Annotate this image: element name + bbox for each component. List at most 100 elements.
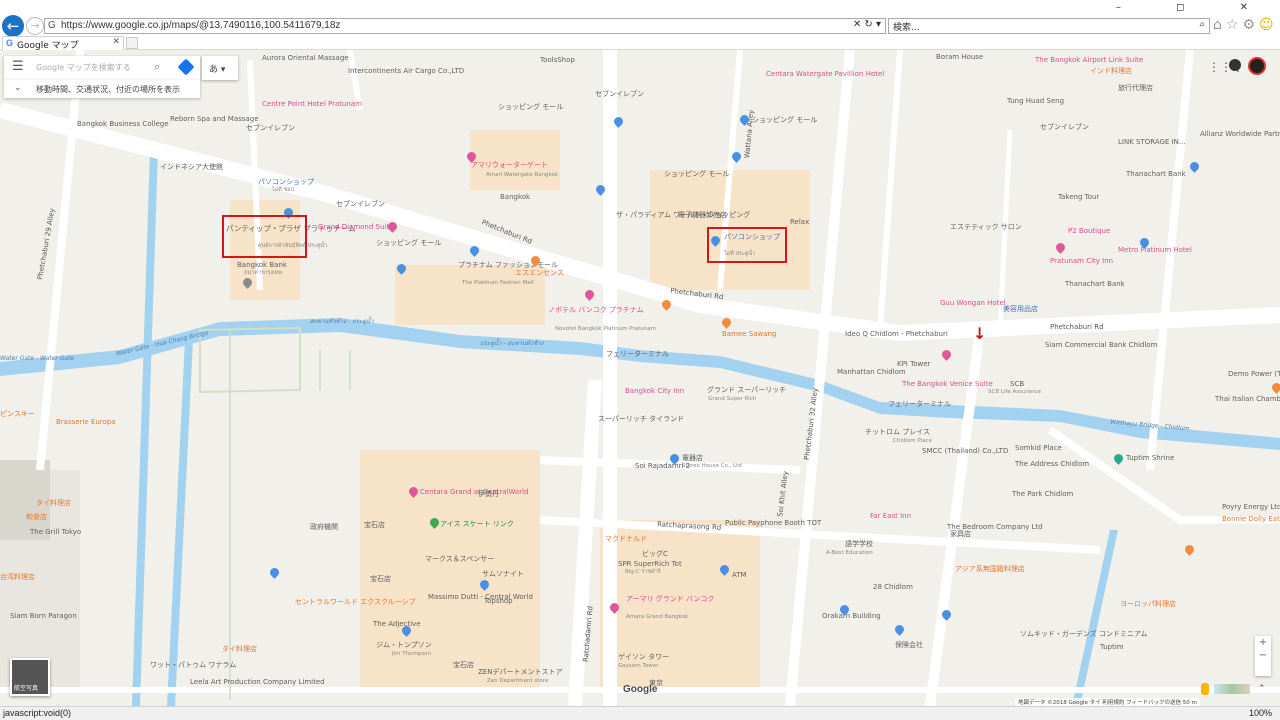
place-big-c[interactable]: ビッグC	[642, 550, 668, 558]
place-smcc[interactable]: SMCC (Thailand) Co.,LTD	[922, 447, 1008, 455]
place-indonesian[interactable]: インドネシア大使館	[160, 163, 223, 171]
place-bangkok-bank[interactable]: Bangkok Bank	[237, 261, 287, 269]
place-massimo[interactable]: Massimo Dutti - Central World	[428, 593, 533, 601]
toolbar-icons[interactable]: ⌂☆⚙☺	[1213, 17, 1278, 33]
place-central-world-ex[interactable]: セントラルワールド エクスクルーシブ	[295, 598, 416, 606]
place-siam-commercial[interactable]: Siam Commercial Bank Chidlom	[1045, 341, 1157, 349]
place-tai-2[interactable]: タイ料理店	[222, 645, 257, 653]
place-siam-born[interactable]: Siam Born Paragon	[10, 612, 77, 620]
browser-search-placeholder[interactable]: 検索...	[893, 20, 920, 33]
menu-icon[interactable]: ☰	[12, 59, 24, 74]
place-isetan[interactable]: 伊勢丹	[478, 490, 499, 498]
place-wat-pathum[interactable]: ワット・パトゥム ワナラム	[150, 661, 236, 669]
place-somkid[interactable]: Somkid Place	[1015, 444, 1062, 452]
tab-google-maps[interactable]: G Google マップ ✕	[2, 36, 124, 51]
place-allianz[interactable]: Allianz Worldwide Partner Thailand	[1200, 130, 1280, 138]
place-far-east-inn[interactable]: Far East Inn	[870, 512, 911, 520]
place-stereo-house[interactable]: 電器店	[682, 454, 703, 462]
place-bbc[interactable]: Bangkok Business College	[77, 120, 169, 128]
place-28-chidlom[interactable]: 28 Chidlom	[873, 583, 913, 591]
place-ideo[interactable]: Ideo Q Chidlom - Phetchaburi	[845, 330, 948, 338]
place-takeng[interactable]: Takeng Tour	[1058, 193, 1099, 201]
place-boram[interactable]: Boram House	[936, 53, 983, 61]
place-brasserie[interactable]: Brasserie Europa	[56, 418, 116, 426]
place-topshop[interactable]: Topshop	[484, 597, 513, 605]
place-intercontinents[interactable]: Intercontinents Air Cargo Co.,LTD	[348, 67, 464, 75]
place-shopping-mall-4[interactable]: ショッピング モール	[664, 170, 729, 178]
place-mall-elec[interactable]: 電子機器卸売店	[678, 211, 727, 219]
place-tuptim[interactable]: Tuptim Shrine	[1126, 454, 1174, 462]
browser-search-box[interactable]: 検索... ⌕	[888, 18, 1210, 34]
place-tai[interactable]: タイ料理店	[36, 499, 71, 507]
place-centre-point[interactable]: Centre Point Hotel Pratunam	[262, 100, 362, 108]
window-controls[interactable]: – ◻ ✕	[1116, 2, 1274, 13]
place-manhattan[interactable]: Manhattan Chidlom	[837, 368, 906, 376]
place-orakarn[interactable]: Orakarn Building	[822, 612, 881, 620]
favorites-icon[interactable]: ☆	[1226, 17, 1243, 33]
place-park-chidlom[interactable]: The Park Chidlom	[1012, 490, 1073, 498]
place-gems[interactable]: 宝石店	[364, 521, 385, 529]
place-guu[interactable]: Guu Wongan Hotel	[940, 299, 1006, 307]
place-adjective[interactable]: The Adjective	[373, 620, 421, 628]
smiley-feedback-icon[interactable]: ☺	[1259, 17, 1278, 33]
place-tuptim-2[interactable]: Tuptim	[1100, 643, 1124, 651]
place-pratunam-inn[interactable]: Pratunam City Inn	[1050, 257, 1113, 265]
explore-nearby-text[interactable]: 移動時間、交通状況、付近の場所を表示	[36, 84, 180, 95]
zoom-out-button[interactable]: −	[1255, 649, 1271, 662]
place-bangkok-hotel[interactable]: Bangkok	[500, 193, 530, 201]
place-p2[interactable]: P2 Boutique	[1068, 227, 1110, 235]
gear-icon[interactable]: ⚙	[1242, 17, 1259, 33]
search-icon[interactable]: ⌕	[154, 60, 160, 74]
place-centara-grand[interactable]: Centara Grand at CentralWorld	[420, 488, 529, 496]
close-icon[interactable]: ✕	[112, 37, 120, 47]
address-bar-icons[interactable]: ✕ ↻ ▾	[853, 19, 881, 30]
place-travel[interactable]: 旅行代理店	[1118, 84, 1153, 92]
place-aurora[interactable]: Aurora Oriental Massage	[262, 54, 349, 62]
place-seven-eleven-4[interactable]: セブンイレブン	[1040, 123, 1089, 131]
place-ferry-2[interactable]: フェリーターミナル	[888, 400, 951, 408]
satellite-label[interactable]: 航空写真	[14, 683, 38, 692]
map-attribution[interactable]: 地図データ ©2018 Google タイ 利用規約 フィードバックの送信 50…	[1015, 698, 1200, 706]
place-marks[interactable]: マークス＆スペンサー	[425, 555, 494, 563]
place-address-chidlom[interactable]: The Address Chidlom	[1015, 460, 1089, 468]
place-demo-power[interactable]: Demo Power (Thailand) Co.,Ltd	[1228, 370, 1280, 378]
place-link-storage[interactable]: LINK STORAGE IN...	[1118, 138, 1186, 146]
place-relax[interactable]: Relax	[790, 218, 809, 226]
place-gov[interactable]: 政府機関	[310, 523, 338, 531]
place-gaysorn[interactable]: ゲイソン タワー	[618, 653, 669, 661]
place-furniture[interactable]: 家具店	[950, 530, 971, 538]
place-grand-diamond[interactable]: Grand Diamond Suites	[318, 223, 397, 231]
place-shopping-mall-1[interactable]: ショッピング モール	[376, 239, 441, 247]
place-beauty-supply[interactable]: 美容用品店	[1003, 305, 1038, 313]
place-essences[interactable]: エスエンセンス	[515, 269, 564, 277]
satellite-toggle[interactable]: 航空写真	[10, 658, 50, 696]
place-reborn[interactable]: Reborn Spa and Massage	[170, 115, 258, 123]
place-jim-thompson[interactable]: ジム・トンプソン	[376, 641, 432, 649]
place-bangkok-airport[interactable]: The Bangkok Airport Link Suite	[1035, 56, 1143, 64]
place-bangkok-venice[interactable]: The Bangkok Venice Suite	[902, 380, 993, 388]
place-amari-grand[interactable]: アーマリ グランド バンコク	[626, 595, 714, 603]
place-seven-eleven-2[interactable]: セブンイレブン	[336, 200, 385, 208]
place-indian[interactable]: インド料理店	[1090, 67, 1132, 75]
place-hospital[interactable]: 保険会社	[895, 641, 923, 649]
place-atm[interactable]: ATM	[732, 571, 747, 579]
place-gems-2[interactable]: 宝石店	[370, 575, 391, 583]
explore-nearby-bar[interactable]: ⌄ 移動時間、交通状況、付近の場所を表示	[4, 80, 200, 98]
place-novotel[interactable]: ノボテル バンコク プラチナム	[548, 306, 644, 314]
place-gems-3[interactable]: 宝石店	[453, 661, 474, 669]
pegman-icon[interactable]	[1201, 683, 1209, 695]
maps-search-input[interactable]: Google マップを検索する	[36, 62, 131, 73]
place-somkid-gardens[interactable]: ソムキッド・ガーデンズ コンドミニアム	[1020, 630, 1147, 638]
back-button[interactable]: ←	[2, 15, 24, 37]
place-centara[interactable]: Centara Watergate Pavillion Hotel	[766, 70, 884, 78]
place-zen[interactable]: ZENデパートメントストア	[478, 668, 562, 676]
place-bamee[interactable]: Bamee Sawang	[722, 330, 776, 338]
place-thai-italian[interactable]: Thai Italian Chamber of Commerce	[1215, 395, 1280, 403]
place-taiwan[interactable]: 台湾料理店	[0, 573, 35, 581]
place-leela[interactable]: Leela Art Production Company Limited	[190, 678, 325, 686]
chevron-down-icon[interactable]: ⌄	[14, 83, 22, 93]
place-platinum[interactable]: プラチナム ファッションモール	[458, 261, 558, 269]
place-tung-huad[interactable]: Tung Huad Seng	[1007, 97, 1064, 105]
place-kpi-tower[interactable]: KPI Tower	[897, 360, 930, 368]
place-seven-eleven-1[interactable]: セブンイレブン	[246, 124, 295, 132]
